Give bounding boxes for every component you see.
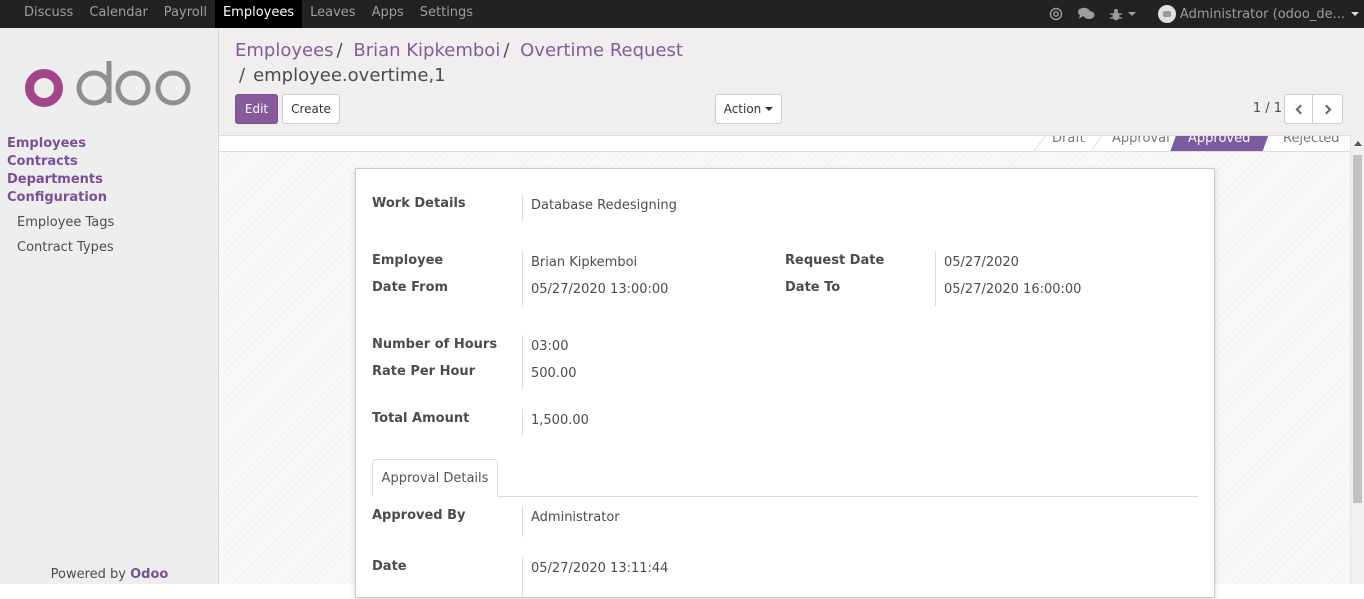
total-value: 1,500.00: [531, 413, 589, 428]
breadcrumb-overtime-request[interactable]: Overtime Request: [520, 40, 683, 61]
nav-apps[interactable]: Apps: [364, 0, 412, 28]
date-from-label: Date From: [372, 280, 449, 295]
chevron-down-icon: [1127, 12, 1136, 16]
form-sheet: Work Details Database Redesigning Employ…: [355, 168, 1215, 599]
scrollbar[interactable]: [1350, 135, 1364, 584]
action-label: Action: [723, 102, 762, 116]
approval-date-label: Date: [372, 559, 407, 574]
edit-button[interactable]: Edit: [235, 94, 278, 124]
approved-by-value[interactable]: Administrator: [531, 510, 620, 525]
field-divider: [522, 251, 523, 306]
powered-by: Powered by Odoo: [0, 567, 219, 582]
pager-next-button[interactable]: [1313, 94, 1343, 124]
breadcrumb: Employees / Brian Kipkemboi / Overtime Req…: [235, 39, 683, 63]
stage-approval[interactable]: Approval: [1112, 136, 1170, 151]
nav-settings[interactable]: Settings: [412, 0, 481, 28]
breadcrumb-separator: /: [503, 40, 510, 61]
odoo-logo[interactable]: [25, 61, 193, 107]
work-details-value: Database Redesigning: [531, 198, 677, 213]
field-divider: [522, 335, 523, 389]
field-divider: [522, 409, 523, 436]
systray: Administrator (odoo_de...: [1049, 0, 1364, 28]
record-name: employee.overtime,1: [253, 65, 446, 86]
nav-discuss[interactable]: Discuss: [16, 0, 81, 28]
sidebar-item-departments[interactable]: Departments: [7, 171, 212, 189]
chevron-down-icon: [765, 107, 774, 111]
employee-value[interactable]: Brian Kipkemboi: [531, 255, 637, 270]
chevron-left-icon: [1295, 104, 1305, 114]
sidebar-item-employees[interactable]: Employees: [7, 135, 212, 153]
scroll-up-arrow-icon[interactable]: [1354, 141, 1362, 146]
rate-label: Rate Per Hour: [372, 364, 476, 379]
date-to-label: Date To: [785, 280, 841, 295]
control-panel: Employees / Brian Kipkemboi / Overtime Req…: [219, 28, 1364, 135]
breadcrumb-separator: /: [336, 40, 343, 61]
date-from-value: 05/27/2020 13:00:00: [531, 282, 669, 297]
pager-previous-button[interactable]: [1284, 94, 1313, 124]
approved-by-label: Approved By: [372, 508, 466, 523]
stage-approved[interactable]: Approved: [1170, 136, 1270, 152]
user-menu[interactable]: Administrator (odoo_de...: [1157, 5, 1359, 23]
work-details-label: Work Details: [372, 196, 466, 211]
sidebar-item-configuration[interactable]: Configuration: [7, 189, 212, 207]
field-divider: [935, 251, 936, 306]
sidebar-item-contracts[interactable]: Contracts: [7, 153, 212, 171]
chevron-down-icon: [1351, 12, 1359, 16]
stage-draft[interactable]: Draft: [1052, 136, 1085, 151]
create-button[interactable]: Create: [282, 94, 340, 124]
stage-divider: [1088, 136, 1103, 151]
breadcrumb-separator: /: [239, 65, 246, 86]
avatar: [1157, 5, 1176, 23]
chevron-right-icon: [1321, 104, 1331, 114]
tab-approval-details[interactable]: Approval Details: [372, 459, 498, 497]
breadcrumb-current: / employee.overtime,1: [235, 64, 446, 88]
nav-payroll[interactable]: Payroll: [156, 0, 215, 28]
breadcrumb-employee[interactable]: Brian Kipkemboi: [353, 40, 500, 61]
mention-icon[interactable]: [1049, 7, 1063, 21]
rate-value: 500.00: [531, 366, 577, 381]
pager-value[interactable]: 1 / 1: [1253, 101, 1282, 116]
total-label: Total Amount: [372, 411, 470, 426]
chat-icon[interactable]: [1077, 7, 1095, 21]
user-name: Administrator (odoo_de...: [1179, 6, 1345, 22]
form-view: Draft Approval Approved Rejected Work De…: [219, 135, 1350, 599]
sidebar-item-employee-tags[interactable]: Employee Tags: [7, 210, 212, 235]
employee-label: Employee: [372, 253, 444, 268]
request-date-value: 05/27/2020: [944, 255, 1019, 270]
field-divider: [522, 506, 523, 537]
action-button[interactable]: Action: [715, 94, 782, 124]
nav-calendar[interactable]: Calendar: [81, 0, 155, 28]
hours-label: Number of Hours: [372, 337, 498, 352]
sidebar-menu: Employees Contracts Departments Configur…: [7, 135, 212, 260]
debug-bug-icon[interactable]: [1109, 8, 1136, 21]
sidebar: Employees Contracts Departments Configur…: [0, 28, 219, 584]
nav-leaves[interactable]: Leaves: [302, 0, 363, 28]
powered-by-link[interactable]: Odoo: [130, 567, 168, 582]
hours-value: 03:00: [531, 339, 569, 354]
nav-employees[interactable]: Employees: [214, 0, 303, 28]
field-divider: [522, 557, 523, 599]
breadcrumb-employees[interactable]: Employees: [235, 40, 334, 61]
scrollbar-thumb[interactable]: [1353, 155, 1362, 503]
field-divider: [522, 195, 523, 221]
stage-divider: [1031, 136, 1046, 151]
status-bar: Draft Approval Approved Rejected: [219, 136, 1350, 152]
powered-by-label: Powered by: [50, 567, 126, 582]
stage-rejected[interactable]: Rejected: [1283, 136, 1340, 151]
sidebar-item-contract-types[interactable]: Contract Types: [7, 235, 212, 260]
approval-date-value: 05/27/2020 13:11:44: [531, 561, 669, 576]
request-date-label: Request Date: [785, 253, 885, 268]
top-navbar: Discuss Calendar Payroll Employees Leave…: [0, 0, 1364, 28]
app-menu: Discuss Calendar Payroll Employees Leave…: [16, 0, 481, 28]
date-to-value: 05/27/2020 16:00:00: [944, 282, 1082, 297]
